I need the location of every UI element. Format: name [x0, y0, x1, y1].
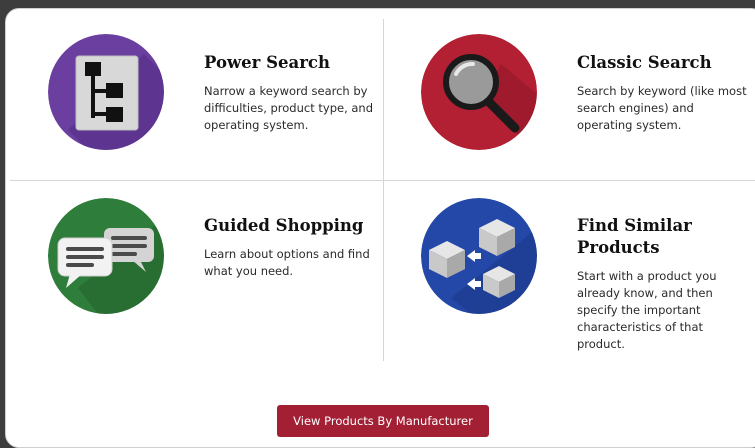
card-description: Narrow a keyword search by difficulties,…: [204, 84, 374, 132]
horizontal-divider: [10, 180, 755, 181]
card-title[interactable]: Guided Shopping: [204, 215, 374, 237]
magnifying-glass-icon[interactable]: [421, 34, 537, 150]
card-title[interactable]: Classic Search: [577, 52, 747, 74]
view-products-by-manufacturer-button[interactable]: View Products By Manufacturer: [277, 405, 489, 437]
card-title[interactable]: Power Search: [204, 52, 374, 74]
chat-bubbles-icon[interactable]: [48, 198, 164, 314]
flowchart-icon[interactable]: [48, 34, 164, 150]
card-description: Learn about options and find what you ne…: [204, 247, 370, 278]
vertical-divider: [383, 19, 384, 361]
card-description: Start with a product you already know, a…: [577, 269, 717, 351]
card-description: Search by keyword (like most search engi…: [577, 84, 747, 132]
boxes-icon[interactable]: [421, 198, 537, 314]
search-options-panel: Power Search Narrow a keyword search by …: [5, 8, 755, 448]
card-title[interactable]: Find Similar Products: [577, 215, 747, 259]
